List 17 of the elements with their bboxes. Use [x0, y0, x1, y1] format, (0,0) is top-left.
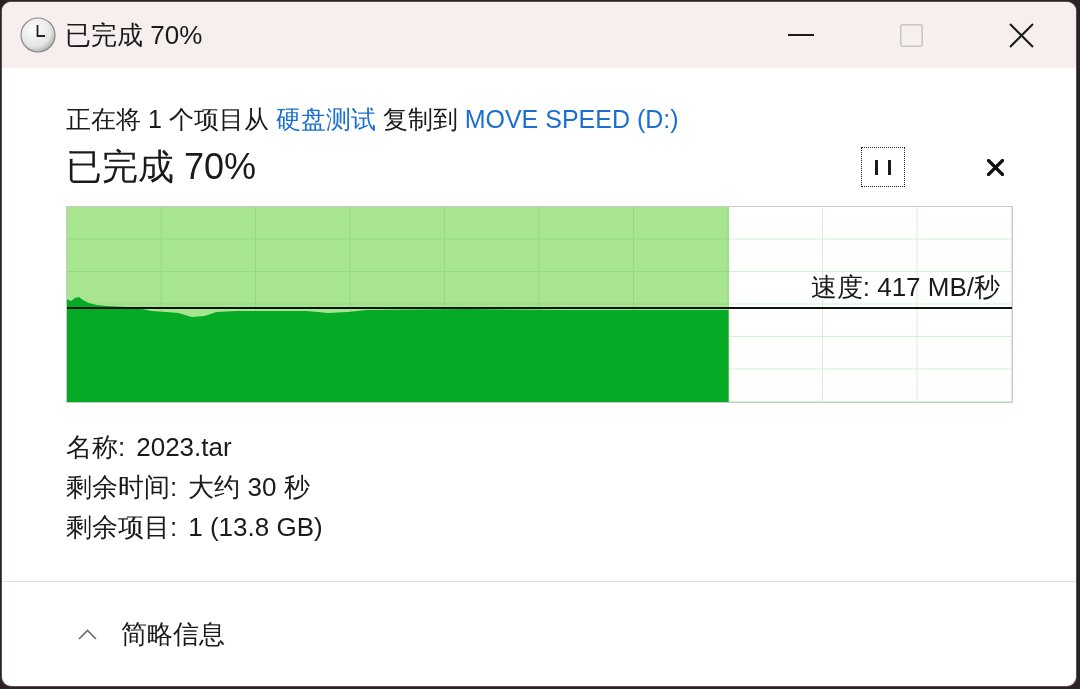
detail-value: 大约 30 秒	[188, 471, 310, 504]
detail-value: 2023.tar	[136, 431, 232, 464]
detail-value: 1 (13.8 GB)	[188, 511, 323, 544]
clock-icon	[20, 17, 56, 53]
window-title: 已完成 70%	[65, 18, 203, 52]
details-toggle[interactable]: 简略信息	[78, 616, 225, 652]
speed-label: 速度: 417 MB/秒	[810, 271, 1000, 304]
detail-label: 剩余项目:	[66, 511, 178, 544]
detail-label: 名称:	[66, 431, 126, 464]
location-link[interactable]: 硬盘测试	[275, 105, 376, 133]
location-link[interactable]: MOVE SPEED (D:)	[464, 105, 679, 133]
copy-description: 正在将 1 个项目从 硬盘测试 复制到 MOVE SPEED (D:)	[66, 104, 679, 135]
progress-percent-heading: 已完成 70%	[66, 145, 257, 189]
pause-button[interactable]	[861, 147, 905, 187]
close-icon	[986, 158, 1004, 176]
pause-icon	[875, 159, 891, 175]
detail-label: 剩余时间:	[66, 471, 178, 504]
